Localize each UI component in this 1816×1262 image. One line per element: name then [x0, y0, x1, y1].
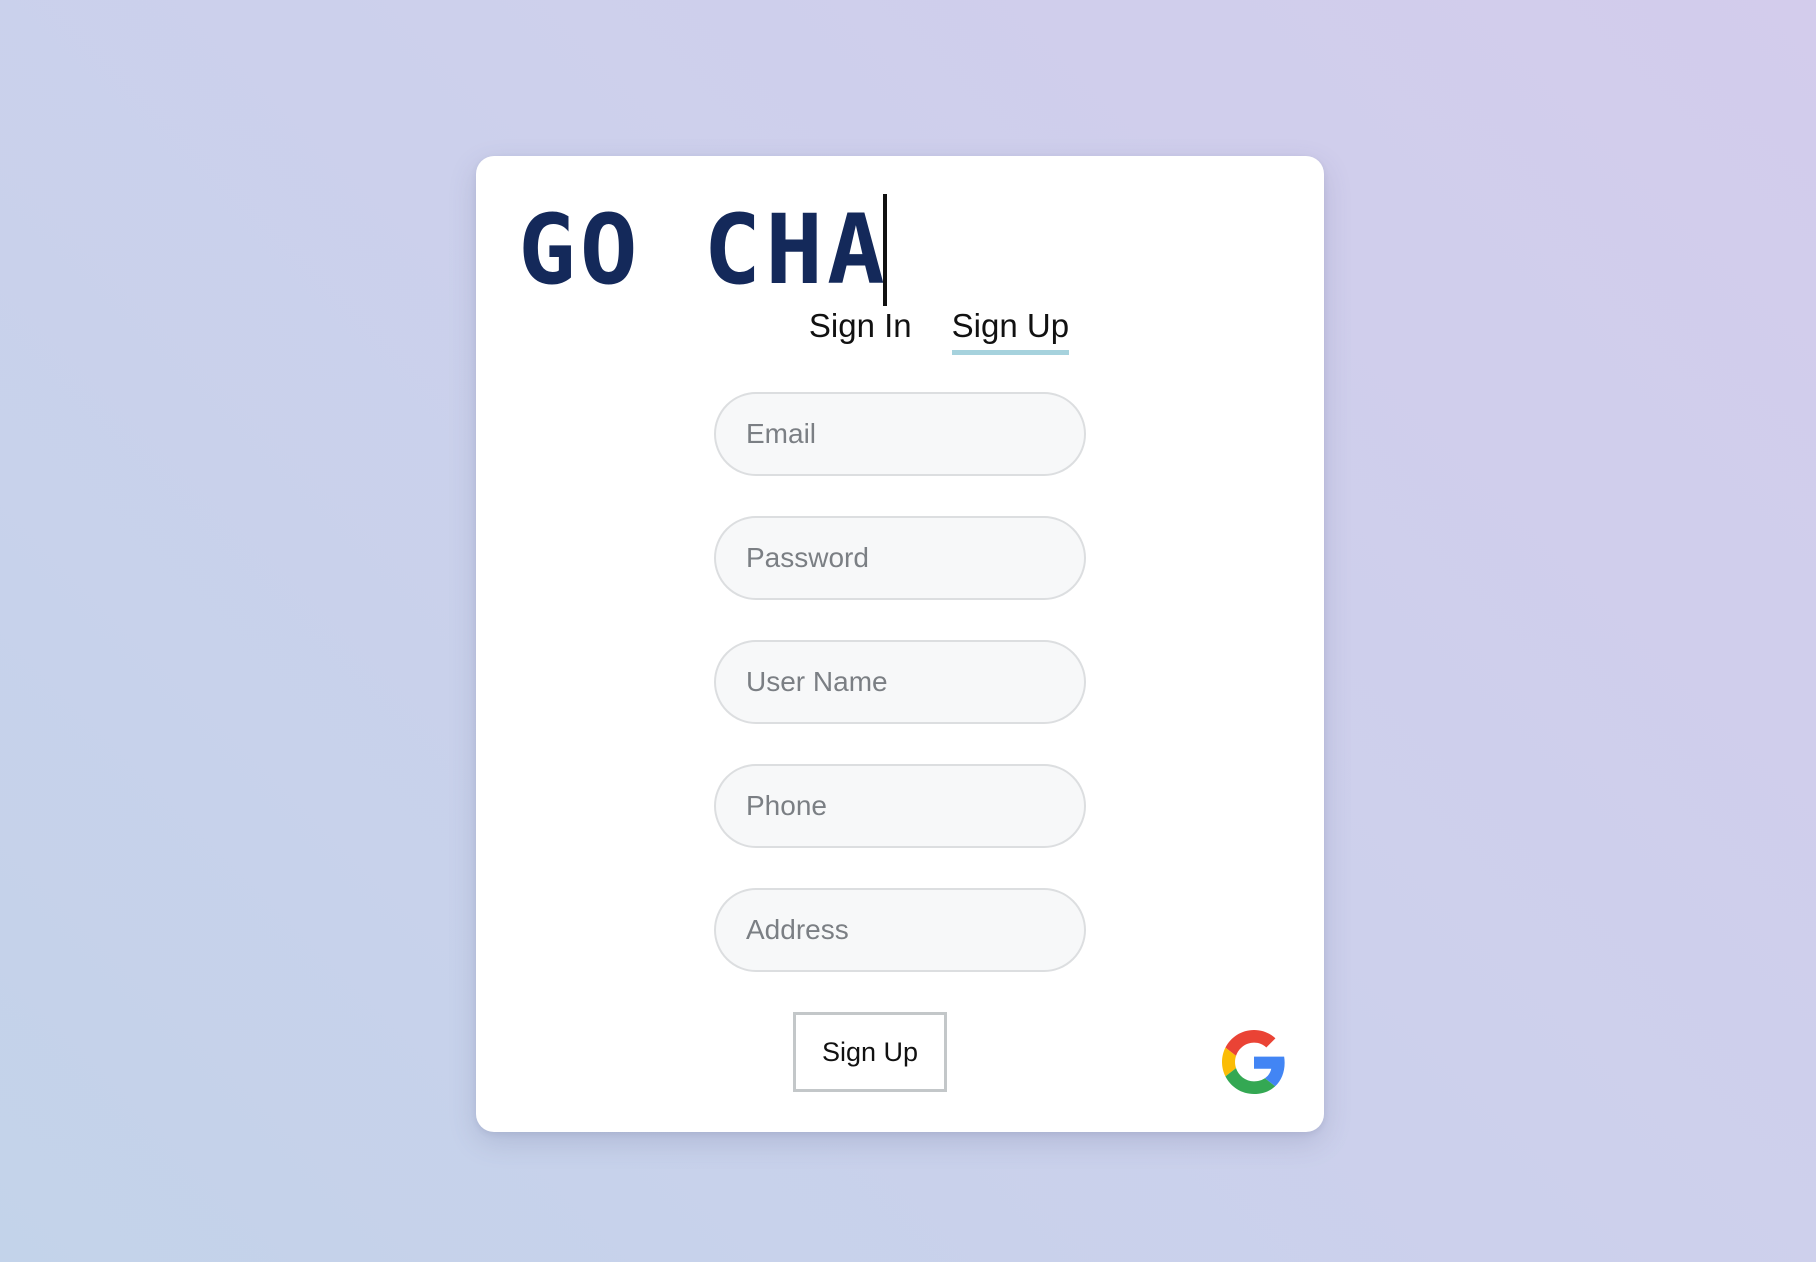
brand-logo: GO CHA [518, 194, 887, 306]
email-field[interactable] [714, 392, 1086, 476]
username-field[interactable] [714, 640, 1086, 724]
auth-tabs: Sign In Sign Up [476, 306, 1324, 355]
password-field[interactable] [714, 516, 1086, 600]
phone-field[interactable] [714, 764, 1086, 848]
auth-card: GO CHA Sign In Sign Up Sign Up [476, 156, 1324, 1132]
tab-sign-in[interactable]: Sign In [809, 306, 912, 355]
typing-cursor [882, 194, 887, 306]
sign-up-button[interactable]: Sign Up [793, 1012, 947, 1092]
brand-logo-text: GO CHA [518, 194, 889, 306]
sign-up-form [714, 392, 1086, 1012]
tab-sign-up[interactable]: Sign Up [951, 306, 1070, 355]
google-g-icon[interactable] [1222, 1030, 1286, 1094]
address-field[interactable] [714, 888, 1086, 972]
